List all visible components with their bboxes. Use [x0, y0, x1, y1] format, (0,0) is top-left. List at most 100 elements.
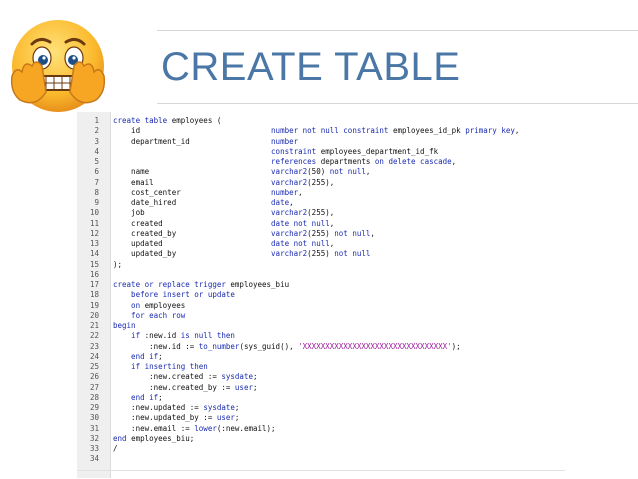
sql-token: department_id — [113, 136, 272, 146]
sql-keyword: varchar2 — [271, 208, 308, 218]
code-line: 1 create table employees ( — [77, 116, 565, 126]
sql-token: :new.email := — [113, 423, 195, 433]
sql-keyword: sysdate — [221, 372, 253, 382]
sql-keyword: begin — [113, 321, 136, 330]
code-text: ); — [113, 260, 122, 270]
code-line: 14 updated_by varchar2(255) not null — [77, 249, 565, 259]
code-text: references departments on delete cascade… — [113, 157, 456, 167]
sql-token: created_by — [113, 228, 272, 238]
code-line: 17 create or replace trigger employees_bi… — [77, 280, 565, 290]
code-line: 19 on employees — [77, 301, 565, 311]
sql-keyword: create or replace trigger — [113, 280, 231, 289]
code-text: :new.updated_by := user; — [113, 413, 239, 423]
code-editor: 1 create table employees (2 id number not… — [77, 112, 565, 478]
line-number: 10 — [89, 208, 99, 218]
code-text: cost_center number, — [113, 188, 303, 198]
sql-token: employees_biu — [230, 280, 290, 289]
code-line: 4 constraint employees_department_id_fk — [77, 147, 565, 157]
code-text: job varchar2(255), — [113, 208, 334, 218]
line-number: 23 — [89, 341, 99, 351]
sql-token: ); — [451, 341, 461, 351]
line-number: 29 — [89, 403, 99, 412]
sql-token: ; — [252, 372, 258, 382]
code-text: :new.created_by := user; — [113, 382, 258, 393]
code-text: for each row — [113, 311, 185, 321]
sql-token: employees_department_id_fk — [320, 146, 439, 156]
code-text: created_by varchar2(255) not null, — [113, 229, 375, 239]
sql-token: created — [113, 218, 272, 228]
sql-token: email — [113, 177, 272, 187]
sql-token: updated — [113, 239, 272, 248]
code-line: 6 name varchar2(50) not null, — [77, 167, 565, 177]
code-text: :new.updated := sysdate; — [113, 403, 239, 413]
line-number: 26 — [89, 372, 99, 382]
code-line: 13 updated date not null, — [77, 239, 565, 249]
sql-token: (255) — [307, 249, 335, 259]
sql-keyword: number not null constraint — [271, 126, 393, 136]
code-text: updated_by varchar2(255) not null — [113, 249, 370, 259]
sql-keyword: not null — [334, 228, 371, 238]
code-line: 16 — [77, 270, 565, 280]
line-number: 12 — [89, 228, 99, 238]
sql-token: :new.created := — [113, 372, 222, 382]
sql-token: departments — [320, 157, 375, 166]
sql-keyword: references — [271, 157, 321, 166]
sql-token: name — [113, 167, 272, 177]
sql-token: (255) — [307, 228, 335, 238]
sql-keyword: for each row — [113, 310, 186, 320]
line-number: 1 — [94, 116, 99, 125]
sql-token: ; — [158, 351, 163, 361]
code-line: 26 :new.created := sysdate; — [77, 372, 565, 382]
sql-keyword: date not null — [271, 239, 330, 248]
line-number: 4 — [94, 146, 99, 156]
sql-keyword: end if — [113, 351, 159, 361]
sql-keyword: sysdate — [203, 403, 235, 412]
code-line: 29 :new.updated := sysdate; — [77, 403, 565, 413]
sql-keyword: lower — [194, 423, 217, 433]
sql-token: employees_id_pk — [392, 126, 466, 136]
sql-keyword: varchar2 — [271, 167, 308, 177]
line-number: 28 — [89, 392, 99, 402]
code-text: end if; — [113, 352, 163, 362]
sql-keyword: varchar2 — [271, 249, 308, 259]
sql-keyword: if inserting then — [113, 362, 208, 371]
sql-token: , — [298, 187, 303, 197]
code-text: end if; — [113, 393, 163, 403]
line-number: 34 — [89, 454, 99, 464]
code-text: :new.email := lower(:new.email); — [113, 424, 276, 434]
code-line: 27 :new.created_by := user; — [77, 383, 565, 393]
sql-keyword: user — [216, 413, 235, 423]
sql-keyword: if — [113, 331, 145, 341]
code-text: end employees_biu; — [113, 434, 194, 444]
code-line: 15); — [77, 260, 565, 270]
line-number: 7 — [94, 177, 99, 187]
sql-keyword: varchar2 — [271, 228, 308, 238]
sql-keyword: not null — [334, 249, 371, 259]
code-line: 9 date_hired date, — [77, 198, 565, 208]
line-number: 25 — [89, 362, 99, 371]
sql-token: ; — [252, 382, 258, 392]
sql-token: employees ( — [171, 116, 222, 125]
line-number: 5 — [94, 157, 99, 166]
code-text: begin — [113, 321, 136, 331]
code-text: email varchar2(255), — [113, 178, 334, 188]
code-line: 10 job varchar2(255), — [77, 208, 565, 218]
code-text: / — [113, 444, 118, 454]
code-text: if :new.id is null then — [113, 331, 235, 341]
code-text: on employees — [113, 301, 185, 311]
code-line: 22 if :new.id is null then — [77, 331, 565, 341]
code-text: name varchar2(50) not null, — [113, 167, 370, 177]
sql-keyword: date — [271, 198, 290, 207]
code-line: 31 :new.email := lower(:new.email); — [77, 424, 565, 434]
code-text: create table employees ( — [113, 116, 221, 126]
slide-title: CREATE TABLE — [161, 45, 461, 89]
line-number: 14 — [89, 249, 99, 259]
code-text: :new.created := sysdate; — [113, 372, 258, 382]
sql-token: employees — [144, 300, 186, 310]
scared-face-emoji-icon — [10, 20, 106, 112]
sql-keyword: number — [271, 136, 299, 146]
line-number: 27 — [89, 382, 99, 392]
code-text: constraint employees_department_id_fk — [113, 147, 438, 157]
sql-token: , — [329, 218, 335, 228]
